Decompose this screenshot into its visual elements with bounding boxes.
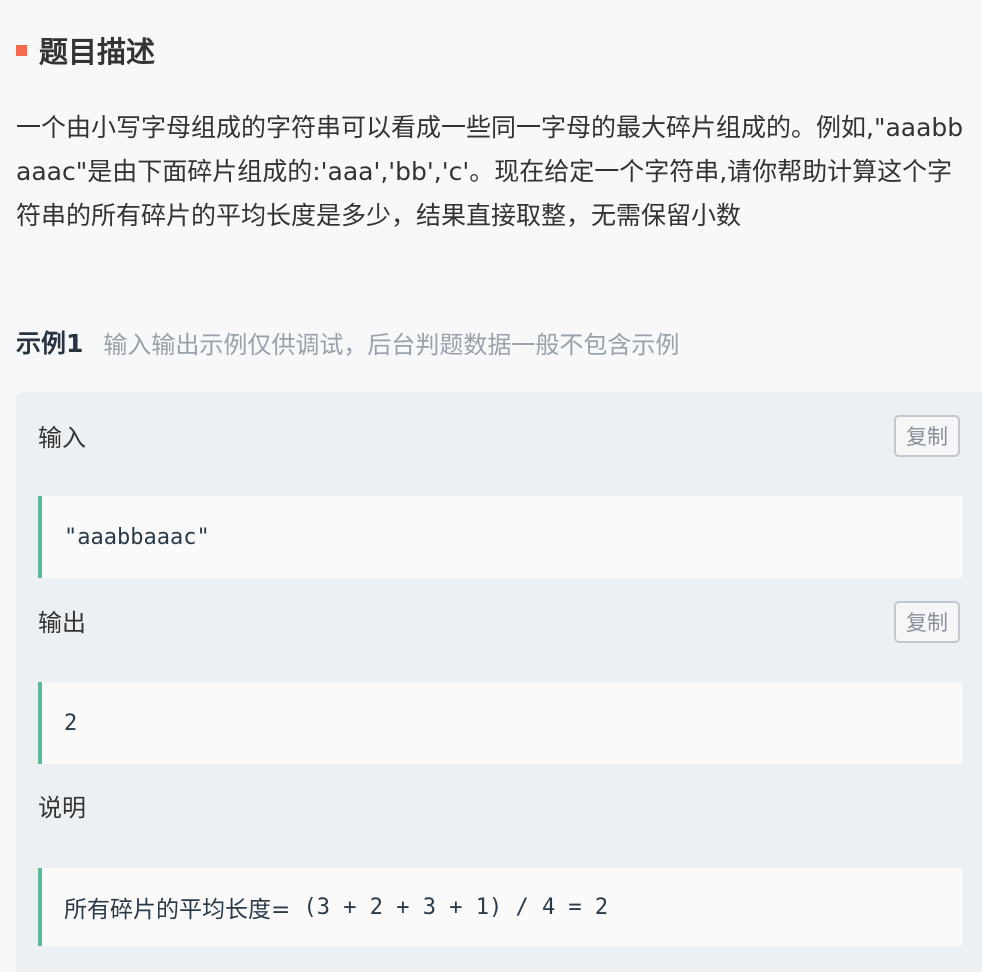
example-header: 示例1 输入输出示例仅供调试，后台判题数据一般不包含示例: [16, 320, 679, 364]
section-header: 题目描述: [16, 30, 155, 70]
input-code-block: "aaabbaaac": [38, 496, 962, 578]
output-code-block: 2: [38, 682, 962, 764]
copy-output-button[interactable]: 复制: [894, 601, 960, 643]
copy-input-button[interactable]: 复制: [894, 415, 960, 457]
explain-label: 说明: [38, 794, 86, 822]
example-note: 输入输出示例仅供调试，后台判题数据一般不包含示例: [103, 330, 680, 359]
output-label: 输出: [38, 609, 86, 637]
input-label: 输入: [38, 424, 86, 452]
problem-page: 题目描述 一个由小写字母组成的字符串可以看成一些同一字母的最大碎片组成的。例如,…: [0, 0, 982, 972]
problem-description: 一个由小写字母组成的字符串可以看成一些同一字母的最大碎片组成的。例如,"aaab…: [16, 113, 964, 230]
example-label: 示例1: [16, 329, 84, 358]
explain-text: 所有碎片的平均长度=: [64, 897, 291, 923]
input-value: "aaabbaaac": [64, 524, 210, 550]
output-value: 2: [64, 710, 78, 736]
section-title: 题目描述: [39, 35, 156, 69]
explain-code-block: 所有碎片的平均长度= (3 + 2 + 3 + 1) / 4 = 2: [38, 868, 962, 946]
title-marker: [16, 44, 27, 56]
explain-formula: (3 + 2 + 3 + 1) / 4 = 2: [290, 894, 609, 920]
